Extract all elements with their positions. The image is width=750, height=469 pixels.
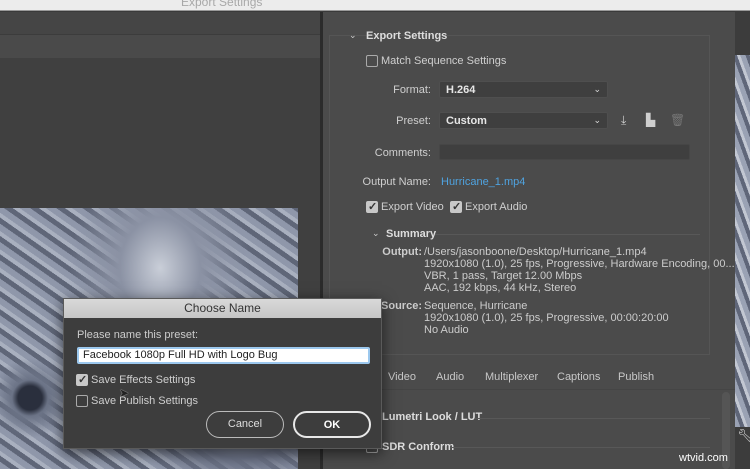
format-label: Format: [393,84,431,96]
preset-label: Preset: [396,115,431,127]
summary-output-audio: AAC, 192 kbps, 44 kHz, Stereo [424,282,577,294]
summary-source-key: Source: [381,300,422,312]
format-value: H.264 [446,84,476,96]
summary-output-path: /Users/jasonboone/Desktop/Hurricane_1.mp… [424,246,647,258]
tab-multiplexer[interactable]: Multiplexer [485,371,538,383]
chevron-down-icon[interactable]: ⌄ [372,228,380,239]
source-panel-header [0,12,320,35]
summary-heading: Summary [386,228,437,240]
window-title-bar: Export Settings [0,0,750,11]
chevron-down-icon: ⌄ [593,84,601,94]
match-sequence-checkbox[interactable] [366,55,378,67]
export-audio-checkbox[interactable] [450,200,462,213]
match-sequence-label: Match Sequence Settings [381,55,507,67]
preset-name-input[interactable]: Facebook 1080p Full HD with Logo Bug [77,347,370,364]
source-panel-toolbar [0,35,320,58]
settings-tabs: Video Audio Multiplexer Captions Publish [323,366,735,390]
save-preset-icon[interactable]: ⤓ [621,113,626,128]
lumetri-heading: Lumetri Look / LUT [382,411,483,423]
sdr-conform-label: SDR Conform [382,441,455,453]
chevron-down-icon[interactable]: ⌄ [349,30,357,41]
export-video-label: Export Video [381,201,444,213]
export-audio-label: Export Audio [465,201,528,213]
export-video-checkbox[interactable] [366,200,378,213]
cancel-button[interactable]: Cancel [206,411,284,438]
lumetri-divider [475,418,710,419]
ok-button[interactable]: OK [293,411,371,438]
dialog-title: Choose Name [64,299,381,318]
tab-video[interactable]: Video [388,371,416,383]
save-publish-label: Save Publish Settings [91,395,199,407]
format-select[interactable]: H.264 ⌄ [439,81,608,98]
export-settings-heading: Export Settings [366,30,448,42]
comments-label: Comments: [374,147,431,159]
output-name-label: Output Name: [362,176,431,188]
preset-value: Custom [446,115,487,127]
preview-strip-image [735,55,750,427]
wrench-icon[interactable]: 🔧︎ [737,428,750,444]
summary-output-video: 1920x1080 (1.0), 25 fps, Progressive, Ha… [424,258,735,270]
save-effects-label: Save Effects Settings [91,374,196,386]
tab-captions[interactable]: Captions [557,371,600,383]
window-title: Export Settings [181,0,263,9]
mouse-cursor-icon: ➤ [119,386,130,400]
output-name-link[interactable]: Hurricane_1.mp4 [441,176,525,188]
summary-source-audio: No Audio [424,324,469,336]
summary-output-bitrate: VBR, 1 pass, Target 12.00 Mbps [424,270,583,282]
right-edge-preview [735,12,750,469]
dialog-prompt: Please name this preset: [77,329,199,341]
sdr-divider [450,447,710,448]
summary-source-lines: Sequence, Hurricane 1920x1080 (1.0), 25 … [424,300,669,336]
chevron-down-icon: ⌄ [593,115,601,125]
summary-output-key: Output: [382,246,422,258]
summary-output-lines: /Users/jasonboone/Desktop/Hurricane_1.mp… [424,246,735,294]
comments-input[interactable] [439,144,690,160]
summary-source-video: 1920x1080 (1.0), 25 fps, Progressive, 00… [424,312,669,324]
choose-name-dialog: Choose Name Please name this preset: Fac… [63,298,382,449]
save-publish-checkbox[interactable] [76,395,88,407]
tab-audio[interactable]: Audio [436,371,464,383]
import-preset-icon[interactable]: ▙ [646,113,655,127]
summary-source-sequence: Sequence, Hurricane [424,300,528,312]
tab-publish[interactable]: Publish [618,371,654,383]
delete-preset-icon[interactable]: 🗑︎ [670,113,685,127]
watermark: wtvid.com [679,452,728,464]
save-effects-checkbox[interactable] [76,373,88,386]
preset-select[interactable]: Custom ⌄ [439,112,608,129]
summary-divider [435,234,700,235]
